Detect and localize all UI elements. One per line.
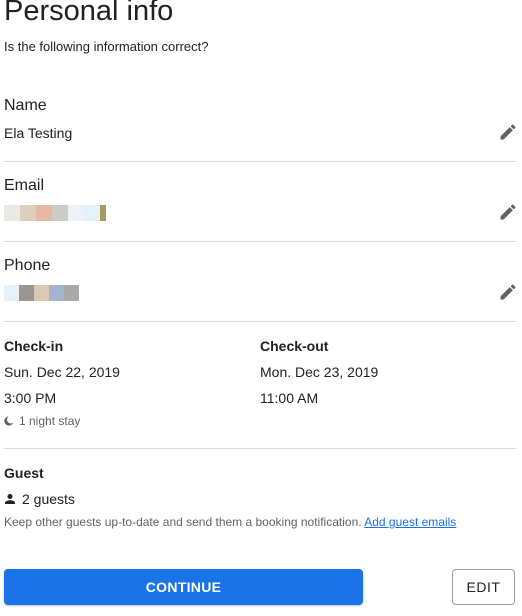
checkout-column: Check-out Mon. Dec 23, 2019 11:00 AM (260, 338, 510, 418)
stay-duration-text: 1 night stay (19, 414, 81, 428)
email-value-redacted (4, 205, 516, 221)
guest-label: Guest (4, 465, 44, 481)
page-subtitle: Is the following information correct? (4, 39, 209, 54)
edit-button[interactable]: EDIT (452, 569, 515, 605)
email-section: Email (4, 177, 516, 221)
person-icon (5, 494, 15, 504)
checkout-label: Check-out (260, 338, 329, 354)
page-title: Personal info (4, 0, 174, 27)
divider (4, 241, 516, 242)
continue-button[interactable]: CONTINUE (4, 569, 363, 605)
divider (4, 448, 516, 449)
checkout-date: Mon. Dec 23, 2019 (260, 364, 379, 380)
name-value: Ela Testing (4, 125, 73, 141)
edit-email-pencil-icon[interactable] (498, 202, 518, 222)
checkin-date: Sun. Dec 22, 2019 (4, 364, 120, 380)
personal-info-page: Personal info Is the following informati… (0, 0, 522, 616)
guest-note-text: Keep other guests up-to-date and send th… (4, 515, 362, 529)
phone-value-redacted (4, 285, 516, 301)
edit-phone-pencil-icon[interactable] (498, 282, 518, 302)
checkin-column: Check-in Sun. Dec 22, 2019 3:00 PM (4, 338, 254, 418)
moon-icon (4, 416, 14, 426)
name-section: Name Ela Testing (4, 97, 516, 141)
checkin-time: 3:00 PM (4, 390, 57, 406)
phone-section: Phone (4, 257, 516, 301)
email-label: Email (4, 177, 45, 194)
stay-duration: 1 night stay (4, 414, 80, 428)
name-label: Name (4, 97, 47, 114)
edit-name-pencil-icon[interactable] (498, 122, 518, 142)
add-guest-emails-link[interactable]: Add guest emails (364, 515, 456, 529)
phone-label: Phone (4, 257, 51, 274)
divider (4, 161, 516, 162)
guest-count: 2 guests (4, 491, 75, 507)
divider (4, 321, 516, 322)
checkin-label: Check-in (4, 338, 64, 354)
guest-note: Keep other guests up-to-date and send th… (4, 515, 456, 529)
checkout-time: 11:00 AM (260, 390, 319, 406)
guest-count-text: 2 guests (22, 491, 75, 507)
